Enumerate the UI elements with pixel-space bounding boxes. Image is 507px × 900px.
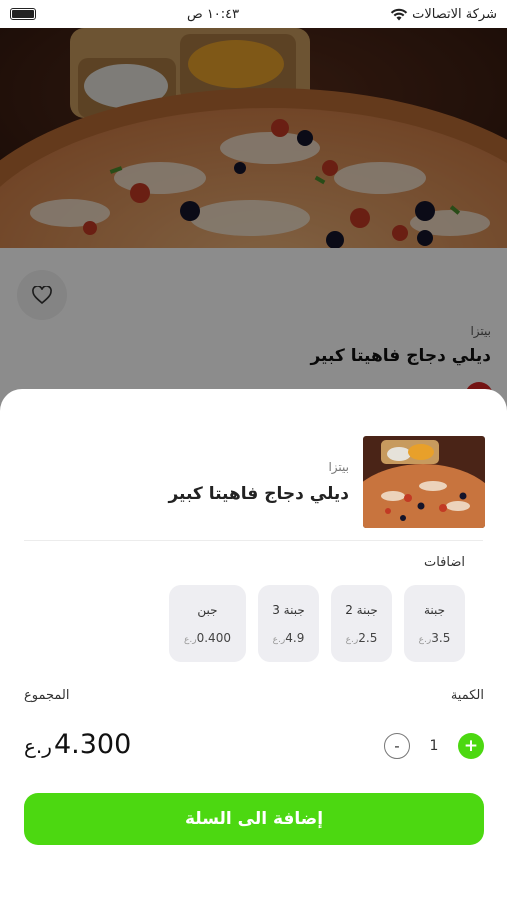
carrier-name: شركة الاتصالات — [412, 6, 497, 22]
addon-name: جبنة — [423, 602, 446, 617]
total-currency: ر.ع — [24, 734, 52, 758]
add-to-cart-sheet: بيتزا ديلي دجاج فاهيتا كبير اضافات جبنة … — [0, 389, 507, 900]
wifi-icon — [390, 8, 408, 20]
addon-option[interactable]: جبنة 3 4.9ر.ع — [258, 585, 319, 662]
total-label: المجموع — [24, 688, 70, 703]
quantity-label: الكمية — [450, 688, 484, 703]
total-price: ر.ع 4.300 — [24, 729, 131, 760]
total-amount: 4.300 — [53, 729, 132, 760]
addon-option[interactable]: جبنة 2 2.5ر.ع — [331, 585, 392, 662]
hero-overlay — [0, 28, 507, 248]
status-bar: ١٠:٤٣ ص شركة الاتصالات — [0, 0, 507, 28]
add-to-cart-button[interactable]: إضافة الى السلة — [24, 793, 484, 845]
addon-price: 2.5ر.ع — [345, 630, 378, 645]
addon-option[interactable]: جبنة 3.5ر.ع — [404, 585, 465, 662]
status-time: ١٠:٤٣ ص — [186, 6, 240, 22]
sheet-product-summary: بيتزا ديلي دجاج فاهيتا كبير — [0, 436, 507, 528]
addon-price: 0.400ر.ع — [184, 630, 231, 645]
addon-name: جبن — [197, 602, 218, 617]
quantity-value: 1 — [429, 738, 439, 754]
addon-name: جبنة 2 — [345, 602, 378, 617]
addon-name: جبنة 3 — [272, 602, 305, 617]
increase-quantity-button[interactable]: + — [458, 733, 484, 759]
divider — [24, 540, 483, 541]
sheet-category: بيتزا — [328, 460, 349, 474]
addon-option[interactable]: جبن 0.400ر.ع — [169, 585, 246, 662]
addon-price: 4.9ر.ع — [272, 630, 305, 645]
product-thumbnail — [363, 436, 485, 528]
status-right: شركة الاتصالات — [390, 7, 497, 22]
decrease-quantity-button[interactable]: - — [384, 733, 410, 759]
quantity-stepper: + 1 - — [384, 733, 484, 759]
sheet-title: ديلي دجاج فاهيتا كبير — [168, 484, 349, 504]
addon-price: 3.5ر.ع — [418, 630, 451, 645]
addons-list: جبنة 3.5ر.ع جبنة 2 2.5ر.ع جبنة 3 4.9ر.ع … — [169, 585, 465, 662]
battery-icon — [10, 8, 36, 20]
addons-title: اضافات — [423, 555, 465, 570]
